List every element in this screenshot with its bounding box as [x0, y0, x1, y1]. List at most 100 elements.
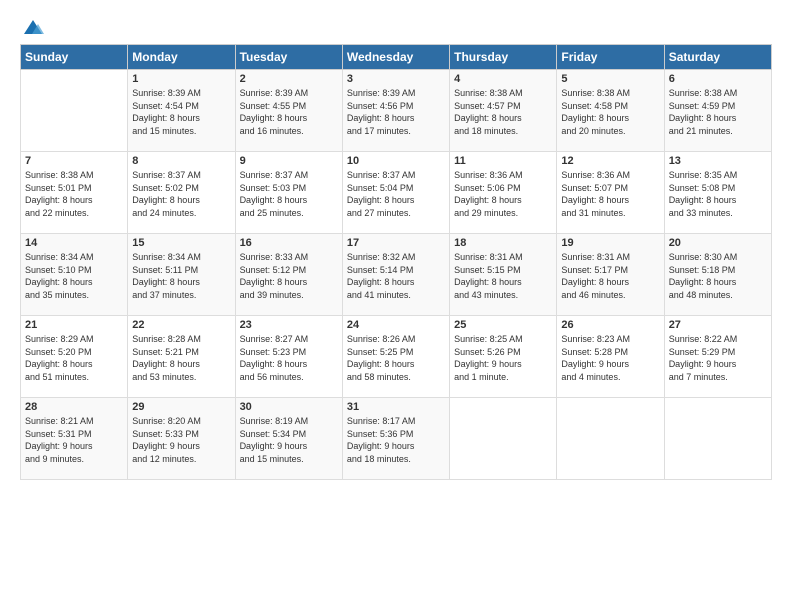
- day-number: 4: [454, 73, 552, 85]
- day-info: Sunrise: 8:36 AM Sunset: 5:07 PM Dayligh…: [561, 169, 659, 219]
- weekday-header-wednesday: Wednesday: [342, 45, 449, 70]
- day-info: Sunrise: 8:28 AM Sunset: 5:21 PM Dayligh…: [132, 333, 230, 383]
- weekday-header-row: SundayMondayTuesdayWednesdayThursdayFrid…: [21, 45, 772, 70]
- day-number: 29: [132, 401, 230, 413]
- calendar-cell: 2 Sunrise: 8:39 AM Sunset: 4:55 PM Daylig…: [235, 70, 342, 152]
- day-number: 5: [561, 73, 659, 85]
- calendar-cell: 5 Sunrise: 8:38 AM Sunset: 4:58 PM Daylig…: [557, 70, 664, 152]
- day-info: Sunrise: 8:31 AM Sunset: 5:17 PM Dayligh…: [561, 251, 659, 301]
- calendar-cell: 14Sunrise: 8:34 AM Sunset: 5:10 PM Dayli…: [21, 234, 128, 316]
- day-info: Sunrise: 8:25 AM Sunset: 5:26 PM Dayligh…: [454, 333, 552, 383]
- day-info: Sunrise: 8:35 AM Sunset: 5:08 PM Dayligh…: [669, 169, 767, 219]
- day-number: 28: [25, 401, 123, 413]
- weekday-header-tuesday: Tuesday: [235, 45, 342, 70]
- week-row-2: 7Sunrise: 8:38 AM Sunset: 5:01 PM Daylig…: [21, 152, 772, 234]
- calendar-cell: 1Sunrise: 8:39 AM Sunset: 4:54 PM Daylig…: [128, 70, 235, 152]
- day-number: 31: [347, 401, 445, 413]
- logo-icon: [22, 16, 44, 38]
- calendar-table: SundayMondayTuesdayWednesdayThursdayFrid…: [20, 44, 772, 480]
- day-info: Sunrise: 8:31 AM Sunset: 5:15 PM Dayligh…: [454, 251, 552, 301]
- main-container: SundayMondayTuesdayWednesdayThursdayFrid…: [0, 0, 792, 490]
- calendar-cell: 30 Sunrise: 8:19 AM Sunset: 5:34 PM Dayli…: [235, 398, 342, 480]
- day-info: Sunrise: 8:19 AM Sunset: 5:34 PM Dayligh…: [240, 415, 338, 465]
- calendar-cell: 7Sunrise: 8:38 AM Sunset: 5:01 PM Daylig…: [21, 152, 128, 234]
- day-number: 22: [132, 319, 230, 331]
- day-number: 10: [347, 155, 445, 167]
- day-info: Sunrise: 8:34 AM Sunset: 5:11 PM Dayligh…: [132, 251, 230, 301]
- calendar-cell: 27 Sunrise: 8:22 AM Sunset: 5:29 PM Dayli…: [664, 316, 771, 398]
- day-number: 3: [347, 73, 445, 85]
- weekday-header-monday: Monday: [128, 45, 235, 70]
- day-number: 6: [669, 73, 767, 85]
- day-info: Sunrise: 8:22 AM Sunset: 5:29 PM Dayligh…: [669, 333, 767, 383]
- weekday-header-friday: Friday: [557, 45, 664, 70]
- calendar-cell: 25 Sunrise: 8:25 AM Sunset: 5:26 PM Dayli…: [450, 316, 557, 398]
- day-number: 11: [454, 155, 552, 167]
- calendar-cell: 10 Sunrise: 8:37 AM Sunset: 5:04 PM Dayli…: [342, 152, 449, 234]
- day-info: Sunrise: 8:26 AM Sunset: 5:25 PM Dayligh…: [347, 333, 445, 383]
- week-row-5: 28 Sunrise: 8:21 AM Sunset: 5:31 PM Dayli…: [21, 398, 772, 480]
- day-number: 8: [132, 155, 230, 167]
- calendar-cell: 16 Sunrise: 8:33 AM Sunset: 5:12 PM Dayli…: [235, 234, 342, 316]
- day-info: Sunrise: 8:33 AM Sunset: 5:12 PM Dayligh…: [240, 251, 338, 301]
- day-number: 27: [669, 319, 767, 331]
- day-number: 15: [132, 237, 230, 249]
- day-number: 25: [454, 319, 552, 331]
- calendar-cell: 8 Sunrise: 8:37 AM Sunset: 5:02 PM Daylig…: [128, 152, 235, 234]
- weekday-header-thursday: Thursday: [450, 45, 557, 70]
- calendar-cell: [21, 70, 128, 152]
- calendar-cell: [664, 398, 771, 480]
- day-info: Sunrise: 8:38 AM Sunset: 4:58 PM Dayligh…: [561, 87, 659, 137]
- day-info: Sunrise: 8:39 AM Sunset: 4:56 PM Dayligh…: [347, 87, 445, 137]
- calendar-cell: 15 Sunrise: 8:34 AM Sunset: 5:11 PM Dayli…: [128, 234, 235, 316]
- day-number: 18: [454, 237, 552, 249]
- week-row-1: 1Sunrise: 8:39 AM Sunset: 4:54 PM Daylig…: [21, 70, 772, 152]
- day-info: Sunrise: 8:21 AM Sunset: 5:31 PM Dayligh…: [25, 415, 123, 465]
- week-row-4: 21 Sunrise: 8:29 AM Sunset: 5:20 PM Dayli…: [21, 316, 772, 398]
- day-number: 19: [561, 237, 659, 249]
- day-info: Sunrise: 8:32 AM Sunset: 5:14 PM Dayligh…: [347, 251, 445, 301]
- day-number: 23: [240, 319, 338, 331]
- day-number: 21: [25, 319, 123, 331]
- calendar-cell: 23 Sunrise: 8:27 AM Sunset: 5:23 PM Dayli…: [235, 316, 342, 398]
- day-number: 1: [132, 73, 230, 85]
- calendar-cell: 17 Sunrise: 8:32 AM Sunset: 5:14 PM Dayli…: [342, 234, 449, 316]
- day-info: Sunrise: 8:27 AM Sunset: 5:23 PM Dayligh…: [240, 333, 338, 383]
- week-row-3: 14Sunrise: 8:34 AM Sunset: 5:10 PM Dayli…: [21, 234, 772, 316]
- day-info: Sunrise: 8:37 AM Sunset: 5:02 PM Dayligh…: [132, 169, 230, 219]
- day-info: Sunrise: 8:17 AM Sunset: 5:36 PM Dayligh…: [347, 415, 445, 465]
- day-info: Sunrise: 8:37 AM Sunset: 5:04 PM Dayligh…: [347, 169, 445, 219]
- day-info: Sunrise: 8:38 AM Sunset: 4:59 PM Dayligh…: [669, 87, 767, 137]
- calendar-cell: [557, 398, 664, 480]
- calendar-cell: 4Sunrise: 8:38 AM Sunset: 4:57 PM Daylig…: [450, 70, 557, 152]
- day-number: 16: [240, 237, 338, 249]
- calendar-cell: 13Sunrise: 8:35 AM Sunset: 5:08 PM Dayli…: [664, 152, 771, 234]
- calendar-cell: 19 Sunrise: 8:31 AM Sunset: 5:17 PM Dayli…: [557, 234, 664, 316]
- calendar-cell: 3 Sunrise: 8:39 AM Sunset: 4:56 PM Daylig…: [342, 70, 449, 152]
- day-number: 20: [669, 237, 767, 249]
- calendar-cell: 18 Sunrise: 8:31 AM Sunset: 5:15 PM Dayli…: [450, 234, 557, 316]
- calendar-cell: 26 Sunrise: 8:23 AM Sunset: 5:28 PM Dayli…: [557, 316, 664, 398]
- day-number: 30: [240, 401, 338, 413]
- weekday-header-saturday: Saturday: [664, 45, 771, 70]
- day-number: 12: [561, 155, 659, 167]
- day-info: Sunrise: 8:37 AM Sunset: 5:03 PM Dayligh…: [240, 169, 338, 219]
- day-info: Sunrise: 8:39 AM Sunset: 4:55 PM Dayligh…: [240, 87, 338, 137]
- header: [20, 16, 772, 34]
- day-number: 17: [347, 237, 445, 249]
- calendar-cell: 21 Sunrise: 8:29 AM Sunset: 5:20 PM Dayli…: [21, 316, 128, 398]
- calendar-cell: 6 Sunrise: 8:38 AM Sunset: 4:59 PM Daylig…: [664, 70, 771, 152]
- day-info: Sunrise: 8:23 AM Sunset: 5:28 PM Dayligh…: [561, 333, 659, 383]
- day-number: 26: [561, 319, 659, 331]
- logo: [20, 16, 44, 34]
- day-number: 24: [347, 319, 445, 331]
- day-number: 7: [25, 155, 123, 167]
- calendar-cell: 20Sunrise: 8:30 AM Sunset: 5:18 PM Dayli…: [664, 234, 771, 316]
- day-info: Sunrise: 8:34 AM Sunset: 5:10 PM Dayligh…: [25, 251, 123, 301]
- calendar-cell: 24 Sunrise: 8:26 AM Sunset: 5:25 PM Dayli…: [342, 316, 449, 398]
- calendar-cell: 31 Sunrise: 8:17 AM Sunset: 5:36 PM Dayli…: [342, 398, 449, 480]
- calendar-cell: 29 Sunrise: 8:20 AM Sunset: 5:33 PM Dayli…: [128, 398, 235, 480]
- day-info: Sunrise: 8:29 AM Sunset: 5:20 PM Dayligh…: [25, 333, 123, 383]
- day-info: Sunrise: 8:20 AM Sunset: 5:33 PM Dayligh…: [132, 415, 230, 465]
- day-number: 2: [240, 73, 338, 85]
